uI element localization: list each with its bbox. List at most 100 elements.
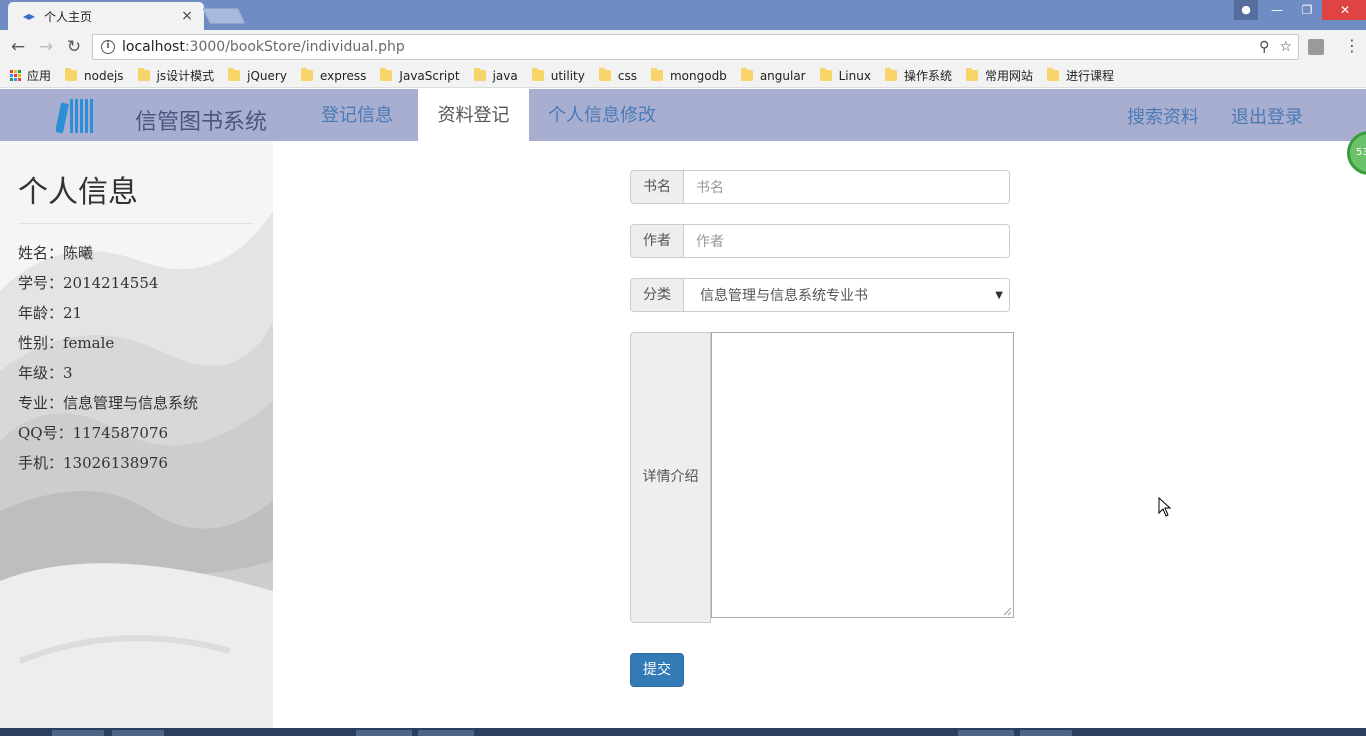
profile-title: 个人信息 — [18, 175, 138, 210]
bookmark-item[interactable]: Linux — [819, 68, 871, 83]
nav-register-info[interactable]: 登记信息 — [305, 89, 409, 141]
folder-icon — [965, 68, 978, 81]
bookmark-label: 应用 — [27, 69, 52, 83]
bookmark-star-icon[interactable]: ☆ — [1279, 39, 1292, 55]
nav-data-registration[interactable]: 资料登记 — [418, 89, 529, 141]
profile-sidebar: 个人信息 姓名：陈曦 学号：2014214554 年龄：21 性别：female 年级：… — [0, 141, 273, 736]
profile-icon[interactable]: ● — [1234, 0, 1258, 20]
address-bar[interactable]: i localhost:3000/bookStore/individual.ph… — [92, 34, 1299, 60]
books-logo-icon[interactable] — [56, 95, 96, 135]
folder-icon — [531, 68, 544, 81]
bookmark-label: mongodb — [669, 68, 727, 83]
bookmark-item[interactable]: utility — [531, 68, 585, 83]
profile-info-row: 姓名：陈曦 — [18, 244, 94, 262]
profile-info-row: 年级：3 — [18, 364, 73, 382]
key-icon[interactable]: ⚲ — [1259, 39, 1269, 55]
nav-edit-profile[interactable]: 个人信息修改 — [532, 89, 672, 141]
restore-icon[interactable]: ❐ — [1292, 0, 1322, 20]
folder-icon — [65, 68, 78, 81]
chevron-down-icon: ▼ — [995, 289, 1003, 301]
folder-icon — [650, 68, 663, 81]
detail-label: 详情介绍 — [630, 332, 711, 623]
folder-icon — [228, 68, 241, 81]
bookmark-item[interactable]: 进行课程 — [1047, 67, 1114, 84]
book-name-label: 书名 — [630, 170, 684, 204]
category-label: 分类 — [630, 278, 684, 312]
folder-icon — [1047, 68, 1059, 81]
bookmark-label: 进行课程 — [1066, 69, 1115, 83]
os-taskbar — [0, 728, 1366, 736]
resize-grip-icon[interactable] — [1003, 607, 1012, 616]
bookmark-item[interactable]: 常用网站 — [965, 67, 1033, 84]
bookmark-item[interactable]: js设计模式 — [137, 67, 215, 84]
profile-info-row: QQ号：1174587076 — [18, 424, 169, 442]
folder-icon — [598, 68, 611, 81]
new-tab-button[interactable] — [202, 8, 246, 24]
bookmark-item[interactable]: JavaScript — [380, 68, 460, 83]
author-input[interactable]: 作者 — [684, 224, 1010, 258]
minimize-icon[interactable]: — — [1262, 0, 1292, 20]
forward-arrow-icon[interactable]: → — [35, 36, 57, 58]
profile-info-row: 学号：2014214554 — [18, 274, 159, 292]
back-arrow-icon[interactable]: ← — [7, 36, 29, 58]
bookmarks-bar: 应用 nodejs js设计模式 jQuery express JavaScript jav… — [0, 64, 1366, 88]
nav-search[interactable]: 搜索资料 — [1111, 89, 1215, 141]
bookmark-label: nodejs — [84, 68, 124, 83]
profile-info-row: 年龄：21 — [18, 304, 83, 322]
bookmark-item[interactable]: 操作系统 — [884, 67, 952, 84]
folder-icon — [137, 68, 150, 81]
window-controls: — ❐ ✕ — [1262, 0, 1366, 20]
profile-info-row: 手机：13026138976 — [18, 454, 168, 472]
browser-toolbar: ← → ↻ i localhost:3000/bookStore/individ… — [0, 30, 1366, 64]
bookmark-item[interactable]: express — [300, 68, 367, 83]
book-name-group: 书名 书名 — [630, 170, 1010, 204]
tab-close-icon[interactable]: × — [180, 8, 194, 24]
reload-icon[interactable]: ↻ — [63, 36, 85, 58]
bookmark-apps[interactable]: 应用 — [10, 67, 51, 84]
category-group: 分类 信息管理与信息系统专业书 ▼ — [630, 278, 1010, 312]
window-close-icon[interactable]: ✕ — [1322, 0, 1366, 20]
bookmark-label: 操作系统 — [903, 69, 952, 83]
bookmark-label: java — [492, 68, 518, 83]
mouse-cursor-icon — [1158, 497, 1172, 517]
author-label: 作者 — [630, 224, 684, 258]
tab-title: 个人主页 — [44, 9, 93, 24]
folder-icon — [740, 68, 753, 81]
bookmark-item[interactable]: java — [473, 68, 518, 83]
apps-grid-icon — [10, 70, 21, 81]
detail-textarea[interactable] — [711, 332, 1014, 618]
bookmark-item[interactable]: nodejs — [65, 68, 124, 83]
folder-icon — [473, 68, 486, 81]
category-selected-value: 信息管理与信息系统专业书 — [700, 288, 868, 304]
bookmark-item[interactable]: css — [598, 68, 637, 83]
submit-button[interactable]: 提交 — [630, 653, 684, 687]
title-divider — [18, 223, 254, 224]
category-select[interactable]: 信息管理与信息系统专业书 ▼ — [684, 278, 1010, 312]
bookmark-item[interactable]: angular — [740, 68, 806, 83]
bookmark-item[interactable]: mongodb — [650, 68, 727, 83]
site-navbar: 信管图书系统 登记信息 资料登记 个人信息修改 搜索资料 退出登录 — [0, 89, 1366, 141]
browser-title-bar: ◂▸ 个人主页 × ● — ❐ ✕ — [0, 0, 1366, 30]
browser-menu-icon[interactable]: ⋮ — [1344, 37, 1360, 55]
bookmark-label: css — [617, 68, 637, 83]
bookmark-label: 常用网站 — [984, 69, 1033, 83]
nav-logout[interactable]: 退出登录 — [1215, 89, 1319, 141]
url-host: localhost — [122, 39, 185, 55]
profile-info-row: 专业：信息管理与信息系统 — [18, 394, 199, 412]
book-name-input[interactable]: 书名 — [684, 170, 1010, 204]
browser-tab[interactable]: ◂▸ 个人主页 × — [8, 2, 204, 30]
detail-group: 详情介绍 — [630, 332, 711, 623]
bookmark-label: jQuery — [247, 68, 287, 83]
url-path: :3000/bookStore/individual.php — [184, 39, 405, 55]
extension-icon[interactable] — [1308, 39, 1324, 55]
folder-icon — [819, 68, 832, 81]
brand-title[interactable]: 信管图书系统 — [135, 104, 267, 136]
bookmark-item[interactable]: jQuery — [228, 68, 287, 83]
bookmark-label: js设计模式 — [156, 69, 215, 83]
site-info-icon[interactable]: i — [101, 40, 115, 54]
bookmark-label: JavaScript — [399, 68, 460, 83]
profile-info-list: 姓名：陈曦 学号：2014214554 年龄：21 性别：female 年级：3 专业：信… — [18, 241, 198, 481]
bookmark-label: Linux — [838, 68, 871, 83]
bookmark-label: express — [319, 68, 367, 83]
folder-icon — [380, 68, 393, 81]
